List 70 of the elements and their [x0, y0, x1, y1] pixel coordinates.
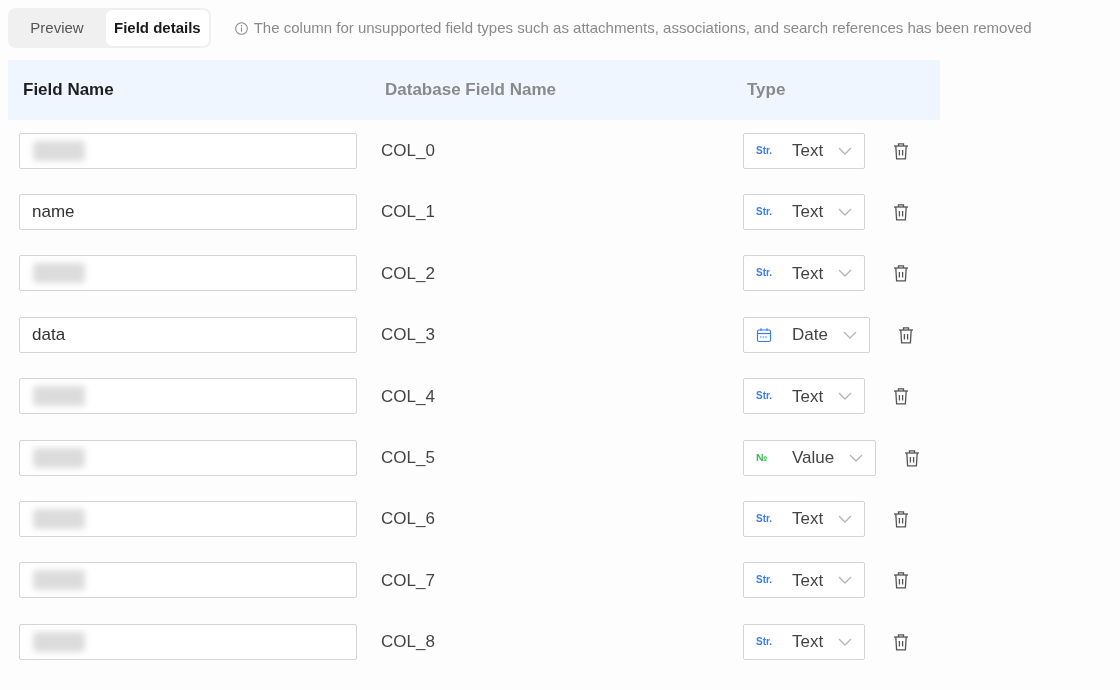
- number-sign-icon: №: [756, 452, 768, 463]
- type-select[interactable]: Str. Text: [743, 562, 866, 599]
- delete-button[interactable]: [893, 632, 910, 651]
- database-field-name: COL_6: [380, 508, 436, 531]
- field-name-input[interactable]: data: [19, 316, 357, 353]
- caret-icon: [838, 208, 853, 217]
- field-name-input[interactable]: [19, 562, 357, 599]
- column-header: Database Field Name: [384, 79, 557, 102]
- column-header: Type: [746, 79, 787, 102]
- delete-button[interactable]: [893, 264, 910, 283]
- caret-icon: [838, 515, 853, 524]
- database-field-name: COL_8: [380, 631, 436, 654]
- database-field-name: COL_3: [380, 324, 436, 347]
- caret-icon: [838, 269, 853, 278]
- caret-icon: [838, 576, 853, 585]
- delete-button[interactable]: [893, 203, 910, 222]
- database-field-name: COL_5: [380, 446, 436, 469]
- type-select[interactable]: Str. Text: [743, 501, 866, 538]
- database-field-name: COL_7: [380, 569, 436, 592]
- column-header: Field Name: [22, 79, 115, 102]
- trash-icon: [893, 203, 910, 222]
- caret-icon: [838, 146, 853, 155]
- field-name-input[interactable]: [19, 501, 357, 538]
- type-select[interactable]: Str. Text: [743, 623, 866, 660]
- field-name-input[interactable]: [19, 378, 357, 415]
- caret-icon: [849, 453, 864, 462]
- field-name-input[interactable]: [19, 132, 357, 169]
- delete-button[interactable]: [893, 510, 910, 529]
- string-type-icon: Str.: [756, 636, 773, 647]
- trash-icon: [893, 141, 910, 160]
- delete-button[interactable]: [904, 448, 921, 467]
- string-type-icon: Str.: [756, 514, 773, 525]
- info-icon: [234, 21, 248, 35]
- database-field-name: COL_2: [380, 262, 436, 285]
- field-name-input[interactable]: [19, 255, 357, 292]
- field-name-input[interactable]: [19, 623, 357, 660]
- view-tab[interactable]: Preview: [10, 10, 104, 46]
- view-tab[interactable]: Field details: [106, 10, 209, 46]
- delete-button[interactable]: [897, 325, 914, 344]
- type-select[interactable]: Str. Text: [743, 378, 866, 415]
- trash-icon: [904, 448, 921, 467]
- database-field-name: COL_1: [380, 201, 436, 224]
- caret-icon: [838, 392, 853, 401]
- trash-icon: [897, 325, 914, 344]
- notice-text: The column for unsupported field types such as attachments, associations, and search references has been removed: [253, 17, 1032, 38]
- type-select[interactable]: Str. Text: [743, 194, 866, 231]
- string-type-icon: Str.: [756, 268, 773, 279]
- caret-icon: [842, 330, 857, 339]
- delete-button[interactable]: [893, 141, 910, 160]
- type-select[interactable]: Date: [743, 316, 870, 353]
- type-select[interactable]: № Value: [743, 439, 877, 476]
- string-type-icon: Str.: [756, 145, 773, 156]
- type-select[interactable]: Str. Text: [743, 255, 866, 292]
- trash-icon: [893, 632, 910, 651]
- caret-icon: [838, 637, 853, 646]
- string-type-icon: Str.: [756, 207, 773, 218]
- delete-button[interactable]: [893, 571, 910, 590]
- calendar-icon: [756, 326, 772, 343]
- trash-icon: [893, 571, 910, 590]
- field-name-input[interactable]: [19, 439, 357, 476]
- delete-button[interactable]: [893, 387, 910, 406]
- field-name-input[interactable]: name: [19, 194, 357, 231]
- trash-icon: [893, 510, 910, 529]
- trash-icon: [893, 387, 910, 406]
- database-field-name: COL_0: [380, 139, 436, 162]
- string-type-icon: Str.: [756, 391, 773, 402]
- type-select[interactable]: Str. Text: [743, 132, 866, 169]
- trash-icon: [893, 264, 910, 283]
- string-type-icon: Str.: [756, 575, 773, 586]
- database-field-name: COL_4: [380, 385, 436, 408]
